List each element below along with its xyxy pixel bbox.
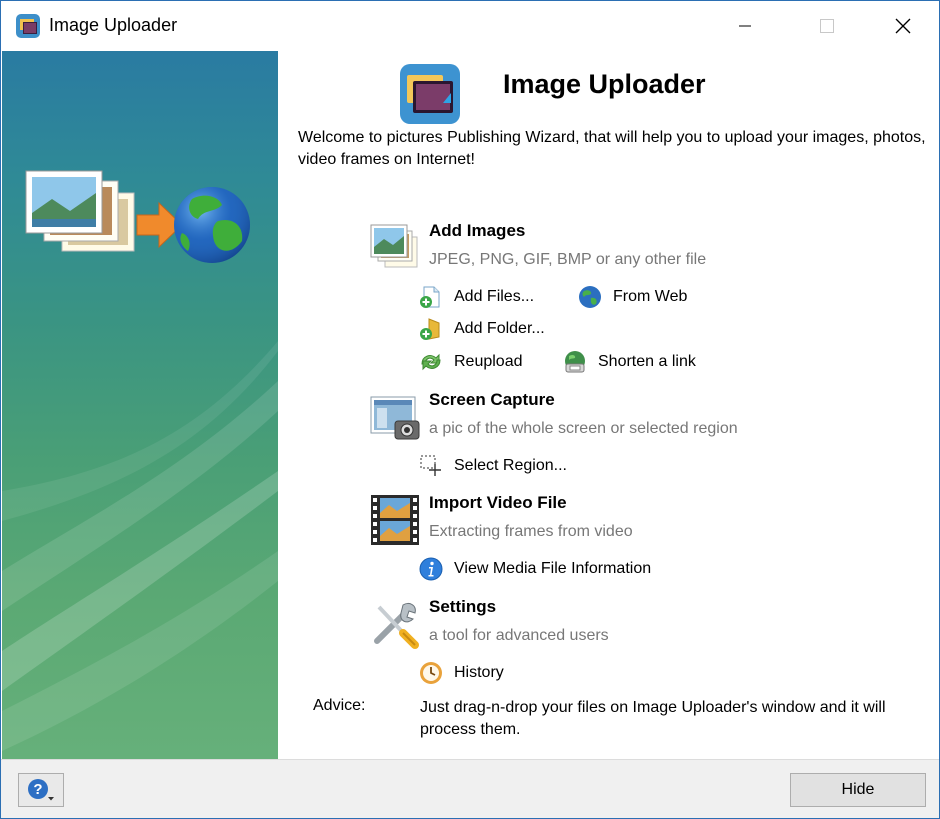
screen-capture-icon — [370, 396, 420, 440]
reupload-icon — [421, 353, 441, 371]
history-clock-icon — [420, 662, 442, 684]
reupload-link[interactable]: Reupload — [419, 350, 523, 374]
settings-desc: a tool for advanced users — [429, 627, 609, 644]
import-video-desc: Extracting frames from video — [429, 523, 633, 540]
info-icon — [419, 557, 443, 581]
settings-title[interactable]: Settings — [429, 597, 496, 617]
wizard-banner — [2, 51, 278, 759]
import-video-title[interactable]: Import Video File — [429, 493, 567, 513]
welcome-text: Welcome to pictures Publishing Wizard, t… — [298, 129, 926, 168]
app-icon — [16, 14, 40, 38]
settings-icon — [374, 602, 419, 649]
page-title: Image Uploader — [503, 69, 706, 99]
shorten-link-link[interactable]: Shorten a link — [563, 350, 696, 374]
swoosh-decoration — [2, 341, 278, 751]
globe-icon — [174, 187, 250, 263]
media-info-link[interactable]: View Media File Information — [419, 557, 651, 581]
close-icon — [895, 18, 911, 34]
app-window: Image Uploader Image Uploader Welcome to… — [0, 0, 940, 819]
from-web-link[interactable]: From Web — [578, 285, 687, 309]
minimize-icon — [739, 25, 751, 27]
web-globe-icon — [579, 286, 601, 308]
advice-text: Just drag-n-drop your files on Image Upl… — [420, 699, 886, 738]
help-button[interactable]: ? — [18, 773, 64, 807]
photos-icon — [25, 170, 135, 252]
shorten-link-label: Shorten a link — [598, 353, 696, 370]
screen-capture-title[interactable]: Screen Capture — [429, 390, 555, 410]
media-info-label: View Media File Information — [454, 560, 652, 577]
history-label: History — [454, 664, 504, 681]
title-bar[interactable]: Image Uploader — [1, 1, 939, 51]
upload-illustration — [25, 170, 250, 263]
add-images-icon — [370, 224, 418, 268]
add-file-icon — [420, 286, 440, 308]
shorten-link-icon — [565, 351, 585, 373]
add-files-label: Add Files... — [454, 288, 535, 305]
hide-button[interactable]: Hide — [790, 773, 926, 807]
help-icon: ? — [28, 779, 54, 801]
select-region-label: Select Region... — [454, 457, 567, 474]
select-region-icon — [420, 455, 441, 476]
close-button[interactable] — [873, 1, 933, 51]
maximize-icon — [820, 19, 834, 33]
add-images-title[interactable]: Add Images — [429, 221, 525, 241]
svg-text:?: ? — [33, 781, 42, 798]
minimize-button[interactable] — [715, 1, 775, 51]
image-uploader-logo-icon — [400, 64, 460, 124]
history-link[interactable]: History — [419, 661, 504, 685]
add-folder-label: Add Folder... — [454, 320, 545, 337]
window-title: Image Uploader — [49, 15, 178, 35]
add-folder-icon — [420, 318, 440, 340]
add-images-desc: JPEG, PNG, GIF, BMP or any other file — [429, 251, 707, 268]
select-region-link[interactable]: Select Region... — [419, 454, 567, 478]
add-folder-link[interactable]: Add Folder... — [419, 317, 545, 341]
reupload-label: Reupload — [454, 353, 523, 370]
add-files-link[interactable]: Add Files... — [419, 285, 534, 309]
from-web-label: From Web — [613, 288, 688, 305]
bottom-bar: ? Hide — [1, 759, 939, 818]
screen-capture-desc: a pic of the whole screen or selected re… — [429, 420, 738, 437]
import-video-icon — [371, 495, 419, 545]
maximize-button[interactable] — [797, 1, 857, 51]
advice-label: Advice: — [313, 697, 366, 714]
